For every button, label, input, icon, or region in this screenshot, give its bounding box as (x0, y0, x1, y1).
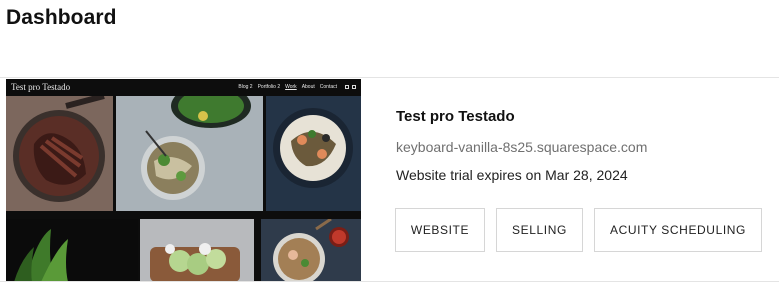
twitter-icon (352, 85, 356, 89)
thumbnail-nav-item: Blog 2 (238, 84, 253, 90)
food-photo-soup (261, 219, 361, 282)
site-thumbnail[interactable]: Test pro Testado Blog 2 Portfolio 2 Work… (6, 79, 361, 282)
website-button[interactable]: WEBSITE (395, 208, 485, 252)
food-photo-greens (6, 219, 138, 282)
instagram-icon (345, 85, 349, 89)
thumbnail-brand: Test pro Testado (11, 82, 71, 92)
thumbnail-nav-item: Work (285, 84, 297, 90)
food-photo-bowl (116, 96, 263, 211)
page-title: Dashboard (6, 6, 117, 29)
selling-button[interactable]: SELLING (496, 208, 583, 252)
divider (0, 281, 779, 282)
food-photo-pan (6, 96, 113, 211)
trial-status: Website trial expires on Mar 28, 2024 (396, 167, 628, 183)
thumbnail-nav-item: Contact (319, 84, 337, 90)
thumbnail-nav-item: About (301, 84, 315, 90)
site-title[interactable]: Test pro Testado (396, 108, 515, 125)
thumbnail-nav-links: Blog 2 Portfolio 2 Work About Contact (238, 84, 356, 90)
acuity-scheduling-button[interactable]: ACUITY SCHEDULING (594, 208, 762, 252)
food-photo-toast (140, 219, 254, 282)
thumbnail-nav-item: Portfolio 2 (257, 84, 281, 90)
divider (0, 77, 779, 78)
thumbnail-nav: Test pro Testado Blog 2 Portfolio 2 Work… (6, 79, 361, 95)
food-photo-seafood (266, 96, 361, 211)
site-url[interactable]: keyboard-vanilla-8s25.squarespace.com (396, 139, 647, 155)
